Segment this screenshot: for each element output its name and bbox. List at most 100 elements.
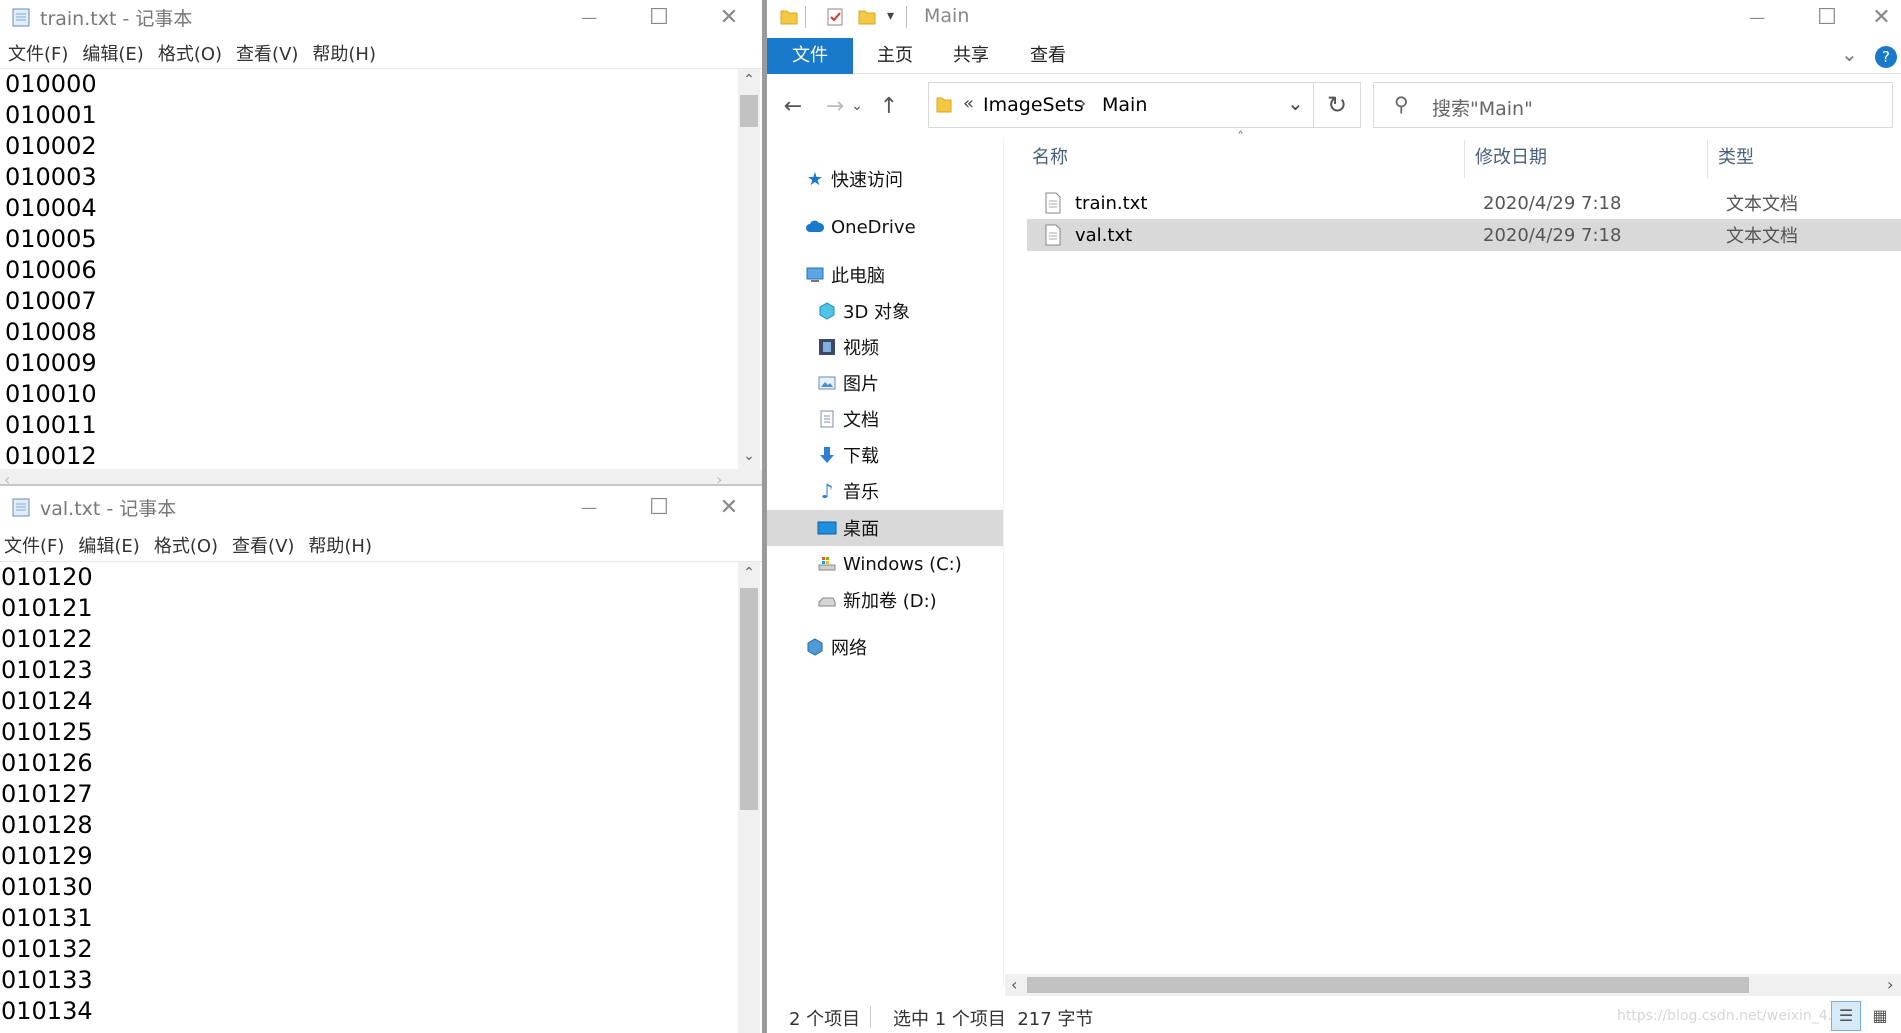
quick-access-dropdown-icon[interactable]: ▾ (887, 8, 894, 24)
nav-item-label: OneDrive (831, 216, 916, 238)
text-area[interactable]: 010120 010121 010122 010123 010124 01012… (0, 562, 740, 1033)
menu-format[interactable]: 格式(O) (158, 40, 222, 66)
column-header-date[interactable]: 修改日期 (1475, 140, 1655, 176)
file-row[interactable]: val.txt 2020/4/29 7:18 文本文档 (1027, 219, 1901, 251)
menu-bar: 文件(F) 编辑(E) 格式(O) 查看(V) 帮助(H) (0, 530, 378, 560)
back-button[interactable]: ← (775, 86, 811, 126)
tab-file[interactable]: 文件 (767, 38, 853, 74)
nav-item-label: 快速访问 (831, 170, 903, 191)
text-line: 010128 (1, 811, 93, 839)
recent-locations-button[interactable]: ⌄ (847, 86, 867, 126)
nav-item-pictures[interactable]: 图片 (817, 366, 879, 400)
details-view-icon[interactable]: ☰ (1831, 1001, 1861, 1031)
up-button[interactable]: ↑ (871, 86, 907, 126)
address-dropdown-icon[interactable]: ⌄ (1287, 91, 1304, 115)
nav-item-desktop[interactable]: 桌面 (817, 511, 879, 545)
nav-item-drive-d[interactable]: 新加卷 (D:) (817, 583, 937, 617)
scroll-thumb[interactable] (1027, 977, 1749, 993)
nav-item-quick-access[interactable]: ★ 快速访问 (805, 162, 903, 196)
nav-item-downloads[interactable]: 下载 (817, 438, 879, 472)
search-box[interactable]: ⚲ 搜索"Main" (1373, 82, 1893, 128)
minimize-button[interactable]: — (1722, 0, 1792, 34)
document-icon (820, 410, 834, 428)
menu-edit[interactable]: 编辑(E) (82, 40, 143, 66)
text-line: 010126 (1, 749, 93, 777)
text-line: 010003 (5, 163, 97, 191)
menu-bar: 文件(F) 编辑(E) 格式(O) 查看(V) 帮助(H) (0, 38, 382, 68)
nav-selection-highlight (767, 510, 1003, 546)
nav-item-network[interactable]: 网络 (805, 630, 867, 664)
column-header-type[interactable]: 类型 (1718, 140, 1858, 176)
text-line: 010005 (5, 225, 97, 253)
horizontal-scrollbar[interactable]: ‹ › (1005, 974, 1901, 996)
menu-help[interactable]: 帮助(H) (312, 40, 376, 66)
text-area[interactable]: 010000 010001 010002 010003 010004 01000… (0, 69, 740, 469)
network-icon (807, 638, 823, 656)
column-header-name[interactable]: 名称 (1032, 140, 1232, 176)
search-input[interactable]: 搜索"Main" (1432, 94, 1533, 121)
close-button[interactable]: ✕ (694, 0, 762, 34)
scroll-up-arrow-icon[interactable]: ⌃ (738, 562, 760, 584)
close-button[interactable]: ✕ (1862, 0, 1901, 34)
menu-file[interactable]: 文件(F) (4, 532, 64, 558)
address-bar[interactable]: « ImageSets › Main ⌄ (928, 82, 1328, 128)
tab-share[interactable]: 共享 (941, 38, 1001, 74)
new-folder-icon[interactable] (857, 7, 877, 27)
file-row[interactable]: train.txt 2020/4/29 7:18 文本文档 (1027, 187, 1901, 219)
tab-home[interactable]: 主页 (865, 38, 925, 74)
nav-item-videos[interactable]: 视频 (817, 330, 879, 364)
vertical-scrollbar[interactable]: ⌃ ⌄ (738, 69, 760, 469)
search-icon: ⚲ (1394, 92, 1409, 116)
scroll-up-arrow-icon[interactable]: ⌃ (738, 69, 760, 91)
help-icon[interactable]: ? (1875, 46, 1897, 68)
menu-format[interactable]: 格式(O) (154, 532, 218, 558)
vertical-scrollbar[interactable]: ⌃ (738, 562, 760, 1033)
file-type: 文本文档 (1726, 194, 1798, 215)
properties-icon[interactable] (825, 7, 845, 27)
maximize-button[interactable]: ☐ (624, 490, 694, 524)
nav-item-music[interactable]: ♪ 音乐 (817, 474, 879, 508)
file-explorer-window: ▾ Main — ☐ ✕ 文件 主页 共享 查看 ⌄ ? ← → ⌄ ↑ « I… (767, 0, 1901, 1033)
nav-item-documents[interactable]: 文档 (817, 402, 879, 436)
maximize-button[interactable]: ☐ (624, 0, 694, 34)
nav-item-drive-c[interactable]: Windows (C:) (817, 547, 962, 581)
text-line: 010131 (1, 904, 93, 932)
menu-view[interactable]: 查看(V) (232, 532, 294, 558)
maximize-button[interactable]: ☐ (1792, 0, 1862, 34)
large-icons-view-icon[interactable]: ▦ (1865, 1001, 1895, 1031)
text-line: 010127 (1, 780, 93, 808)
nav-item-label: 图片 (843, 374, 879, 395)
scroll-thumb[interactable] (740, 95, 758, 127)
tab-view[interactable]: 查看 (1018, 38, 1078, 74)
breadcrumb-imagesets[interactable]: ImageSets (983, 94, 1084, 116)
menu-help[interactable]: 帮助(H) (308, 532, 372, 558)
breadcrumb-overflow[interactable]: « (963, 93, 974, 114)
cloud-icon (806, 220, 825, 232)
nav-item-3d-objects[interactable]: 3D 对象 (817, 294, 910, 328)
scroll-down-arrow-icon[interactable]: ⌄ (738, 445, 760, 467)
close-button[interactable]: ✕ (694, 490, 762, 524)
menu-file[interactable]: 文件(F) (8, 40, 68, 66)
title-bar[interactable]: ▾ Main — ☐ ✕ (767, 0, 1901, 34)
nav-item-onedrive[interactable]: OneDrive (805, 210, 916, 244)
breadcrumb-main[interactable]: Main (1102, 94, 1147, 116)
minimize-button[interactable]: — (554, 490, 624, 524)
window-title: Main (924, 5, 970, 27)
text-line: 010000 (5, 70, 97, 98)
scroll-right-arrow-icon[interactable]: › (1887, 975, 1893, 994)
item-count: 2 个项目 (789, 1009, 861, 1030)
refresh-button[interactable]: ↻ (1313, 82, 1361, 128)
expand-ribbon-icon[interactable]: ⌄ (1841, 42, 1858, 66)
scroll-thumb[interactable] (740, 588, 758, 810)
menu-edit[interactable]: 编辑(E) (78, 532, 139, 558)
notepad-window-val: val.txt - 记事本 — ☐ ✕ 文件(F) 编辑(E) 格式(O) 查看… (0, 490, 762, 1033)
scroll-left-arrow-icon[interactable]: ‹ (1011, 975, 1017, 994)
text-line: 010123 (1, 656, 93, 684)
nav-item-this-pc[interactable]: 此电脑 (805, 258, 885, 292)
menu-view[interactable]: 查看(V) (236, 40, 298, 66)
notepad-icon (12, 498, 30, 517)
watermark: https://blog.csdn.net/weixin_4... (1617, 1008, 1842, 1024)
file-name: val.txt (1075, 224, 1133, 246)
minimize-button[interactable]: — (554, 0, 624, 34)
nav-item-label: 下载 (843, 446, 879, 467)
